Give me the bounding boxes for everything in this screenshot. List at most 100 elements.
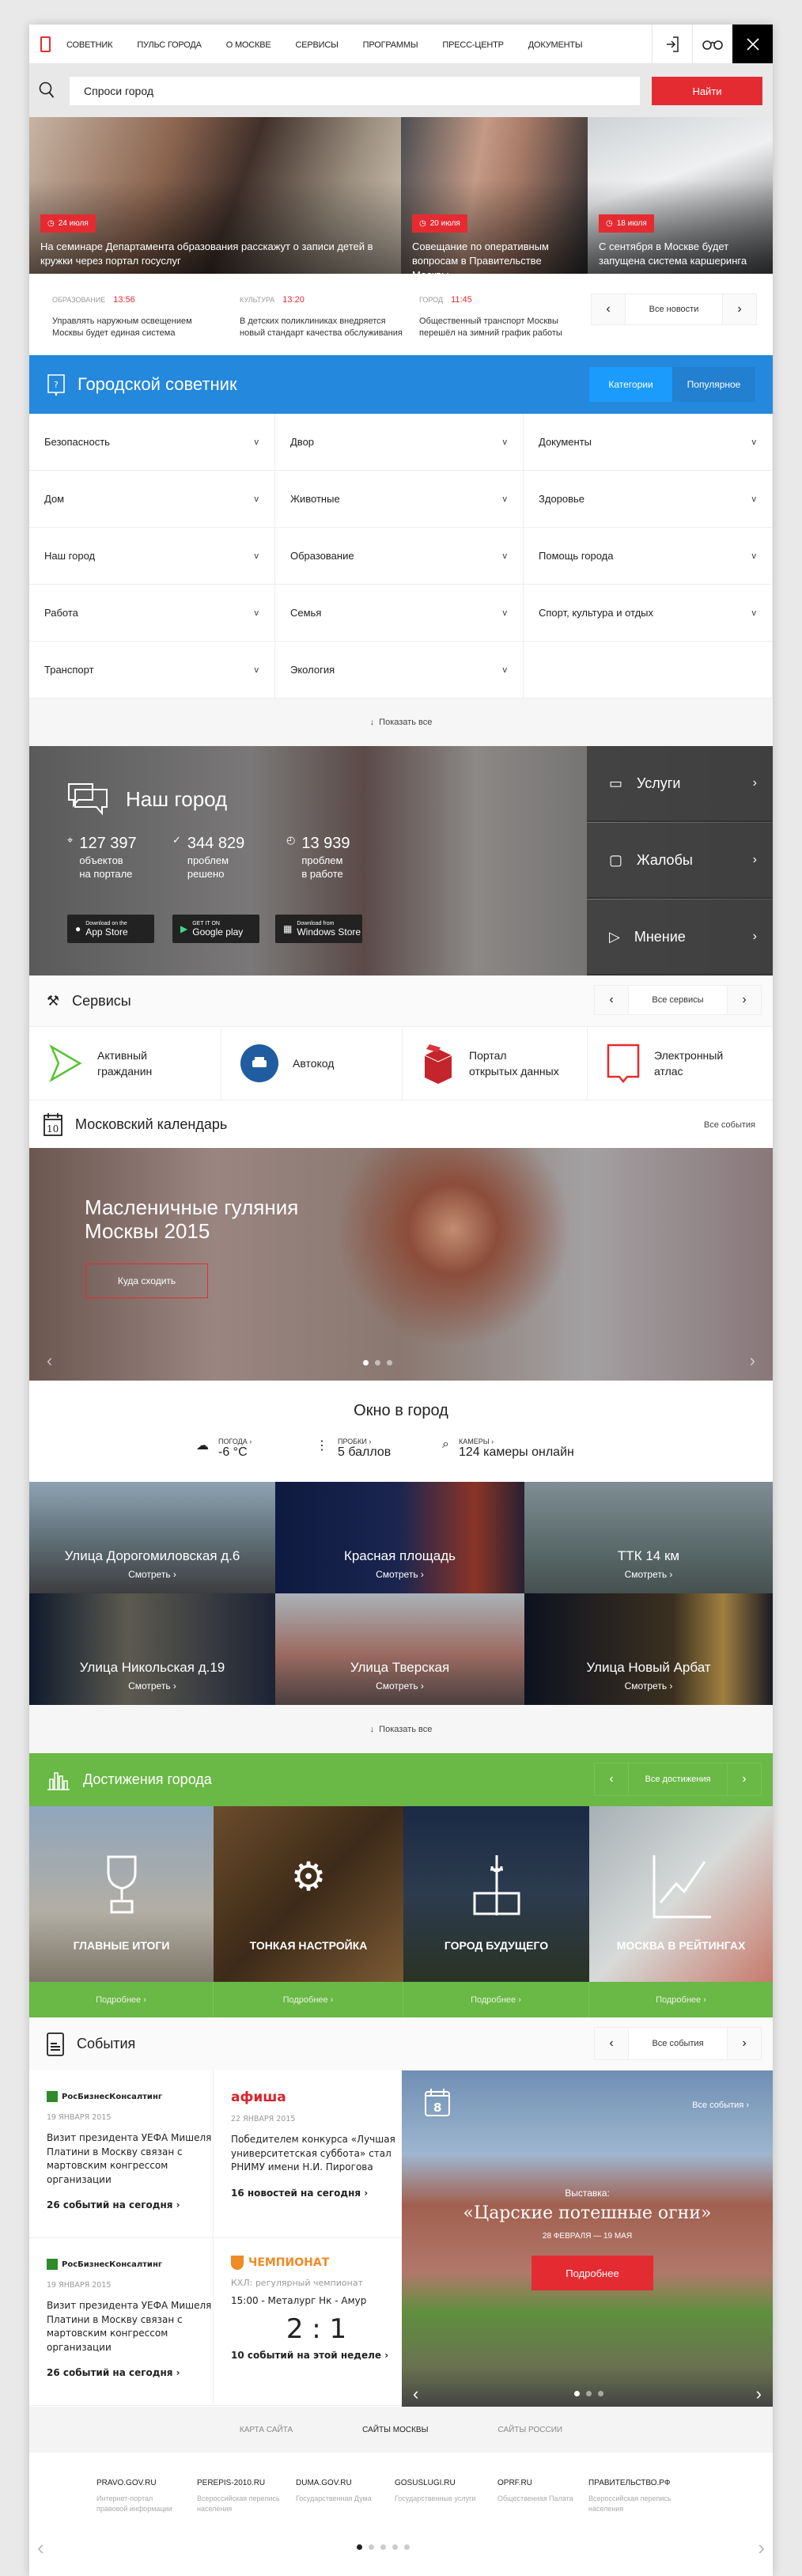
tab-popular[interactable]: Популярное [672,367,755,402]
footer-link[interactable]: DUMA.GOV.RU Государственная Дума [296,2479,383,2504]
chevron-left-icon[interactable]: ‹ [595,1763,628,1795]
windows-store-button[interactable]: ▦ Download from Windows Store [275,915,362,943]
nav-press[interactable]: ПРЕСС-ЦЕНТР [442,40,504,50]
news-item[interactable]: Город 11:45 Общественный транспорт Москвы … [419,294,585,339]
achievement-tile[interactable]: ГЛАВНЫЕ ИТОГИ [29,1806,214,1982]
achievement-tile[interactable]: ⚙ ТОНКАЯ НАСТРОЙКА [214,1806,403,1982]
camera-tile[interactable]: Красная площадь Смотреть › [275,1482,524,1593]
category-item[interactable]: Спорт, культура и отдых v [524,585,773,642]
nav-sovetnik[interactable]: СОВЕТНИК [66,40,113,50]
category-item[interactable]: Безопасность v [29,414,275,471]
more-link[interactable]: Подробнее › [214,1982,403,2017]
watch-link[interactable]: Смотреть › [275,1569,524,1580]
chevron-left-icon[interactable]: ‹ [413,2384,418,2404]
pager-dot[interactable] [392,2544,398,2550]
nav-documents[interactable]: ДОКУМЕНТЫ [528,40,583,50]
pager-dot[interactable] [404,2544,410,2550]
event-card[interactable]: РосБизнесКонсалтинг 19 ЯНВАРЯ 2015 Визит… [29,2238,213,2406]
search-button[interactable]: Найти [652,77,762,105]
camera-tile[interactable]: Улица Тверская Смотреть › [275,1593,524,1705]
nav-programmy[interactable]: ПРОГРАММЫ [363,40,418,50]
footer-link[interactable]: GOSUSLUGI.RU Государственные услуги [395,2479,482,2504]
camera-tile[interactable]: Улица Новый Арбат Смотреть › [524,1593,773,1705]
chevron-right-icon[interactable]: › [728,2028,761,2059]
chevron-right-icon[interactable]: › [723,294,756,324]
watch-link[interactable]: Смотреть › [524,1680,773,1691]
watch-link[interactable]: Смотреть › [29,1680,275,1691]
feature-more-button[interactable]: Подробнее [532,2256,653,2290]
tab-sitemap[interactable]: КАРТА САЙТА [240,2426,293,2434]
search-input[interactable] [70,77,640,105]
events-today-link[interactable]: 26 событий на сегодня › [47,2199,213,2210]
pager-dot[interactable] [357,2544,362,2550]
pager-dot[interactable] [380,2544,386,2550]
side-complaints[interactable]: ▢ Жалобы › [587,823,773,899]
footer-link[interactable]: PRAVO.GOV.RU Интернет-портал правовой инф… [96,2479,183,2514]
category-item[interactable]: Животные v [275,471,524,528]
category-item[interactable]: Здоровье v [524,471,773,528]
chevron-left-icon[interactable]: ‹ [592,294,625,324]
side-services[interactable]: ▭ Услуги › [587,746,773,822]
events-today-link[interactable]: 26 событий на сегодня › [47,2367,213,2378]
service-autocode[interactable]: Автокод [221,1027,403,1100]
chevron-left-icon[interactable]: ‹ [37,2536,44,2560]
pager-dot[interactable] [598,2391,603,2396]
more-link[interactable]: Подробнее › [589,1982,773,2017]
camera-tile[interactable]: Улица Никольская д.19 Смотреть › [29,1593,275,1705]
tab-categories[interactable]: Категории [589,367,672,402]
category-item[interactable]: Образование v [275,528,524,585]
tab-moscow-sites[interactable]: САЙТЫ МОСКВЫ [362,2426,428,2434]
pager-dot[interactable] [369,2544,374,2550]
login-button[interactable] [652,25,692,63]
events-week-link[interactable]: 10 событий на этой неделе › [231,2350,402,2361]
weather-widget[interactable]: ☁ ПОГОДА › -6 °C [196,1438,252,1460]
hero-card[interactable]: ◷ 18 июля С сентября в Москве будет запущ… [588,117,773,274]
all-events-link[interactable]: Все события [704,1120,755,1130]
feature-all-events-link[interactable]: Все события › [692,2101,749,2110]
close-button[interactable] [732,25,773,63]
pager-dot[interactable] [363,1360,369,1366]
pager-dot[interactable] [375,1360,380,1366]
more-link[interactable]: Подробнее › [29,1982,214,2017]
all-events-link[interactable]: Все события [628,2028,728,2059]
where-to-go-button[interactable]: Куда сходить [85,1263,208,1298]
category-item[interactable]: Транспорт v [29,642,275,699]
event-card[interactable]: афиша 22 ЯНВАРЯ 2015 Победителем конкурс… [214,2070,402,2238]
chevron-right-icon[interactable]: › [728,1763,761,1795]
traffic-widget[interactable]: ⋮ ПРОБКИ › 5 баллов [316,1438,391,1460]
news-item[interactable]: Образование 13:56 Управлять наружным освещ… [52,294,218,339]
footer-link[interactable]: ПРАВИТЕЛЬСТВО.РФ Всероссийская перепись н… [588,2479,675,2514]
service-open-data[interactable]: Портал открытых данных [403,1027,588,1100]
watch-link[interactable]: Смотреть › [29,1569,275,1580]
service-atlas[interactable]: Электронный атлас [588,1027,773,1100]
all-news-link[interactable]: Все новости [625,294,723,324]
chevron-right-icon[interactable]: › [750,1351,755,1371]
event-card[interactable]: ЧЕМПИОНАТ КХЛ: регулярный чемпионат 15:0… [214,2238,402,2406]
chevron-right-icon[interactable]: › [756,2384,762,2404]
news-item[interactable]: Культура 13:20 В детских поликлиниках внед… [240,294,406,339]
nav-servisy[interactable]: СЕРВИСЫ [296,40,339,50]
all-achievements-link[interactable]: Все достижения [628,1763,728,1795]
chevron-left-icon[interactable]: ‹ [47,1351,52,1371]
google-play-button[interactable]: ▶ GET IT ON Google play [172,915,259,943]
chevron-left-icon[interactable]: ‹ [595,986,628,1014]
category-item[interactable]: Документы v [524,414,773,471]
more-link[interactable]: Подробнее › [403,1982,589,2017]
chevron-right-icon[interactable]: › [728,986,761,1014]
watch-link[interactable]: Смотреть › [275,1680,524,1691]
tab-russia-sites[interactable]: САЙТЫ РОССИИ [497,2426,562,2434]
camera-tile[interactable]: ТТК 14 км Смотреть › [524,1482,773,1593]
category-item[interactable]: Экология v [275,642,524,699]
category-item[interactable]: Работа v [29,585,275,642]
category-item[interactable]: Дом v [29,471,275,528]
app-store-button[interactable]: ● Download on the App Store [67,915,154,943]
category-item[interactable]: Помощь города v [524,528,773,585]
news-today-link[interactable]: 16 новостей на сегодня › [231,2188,402,2199]
pager-dot[interactable] [574,2391,580,2396]
category-item[interactable]: Наш город v [29,528,275,585]
hero-card[interactable]: ◷ 24 июля На семинаре Департамента образо… [29,117,401,274]
mos-logo[interactable] [40,36,51,52]
show-all-cameras[interactable]: ↓ Показать все [29,1705,773,1753]
watch-link[interactable]: Смотреть › [524,1569,773,1580]
pager-dot[interactable] [387,1360,392,1366]
